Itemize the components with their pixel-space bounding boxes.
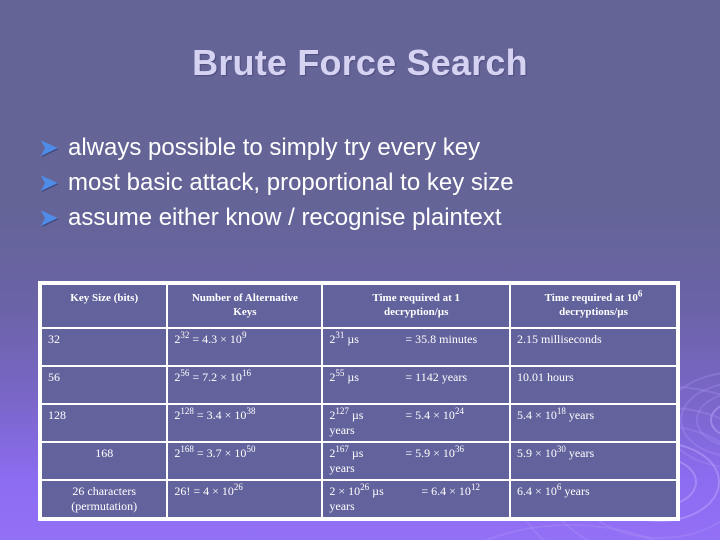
cell-time-1-decryption: 255 µs = 1142 years — [323, 367, 510, 403]
bullet-text: most basic attack, proportional to key s… — [68, 169, 514, 196]
bullet-text: assume either know / recognise plaintext — [68, 204, 502, 231]
cell-time-million-decryptions: 2.15 milliseconds — [511, 329, 676, 365]
cell-time-1-decryption: 2127 µs = 5.4 × 1024 years — [323, 405, 510, 441]
list-item: ➤ always possible to simply try every ke… — [38, 132, 678, 165]
slide: Brute Force Search ➤ always possible to … — [0, 0, 720, 540]
column-header-key-size: Key Size (bits) — [42, 285, 167, 327]
cell-alternative-keys: 26! = 4 × 1026 — [168, 481, 322, 517]
cell-alternative-keys: 256 = 7.2 × 1016 — [168, 367, 322, 403]
cell-key-size: 168 — [42, 443, 167, 479]
cell-time-million-decryptions: 10.01 hours — [511, 367, 676, 403]
table-row: 56 256 = 7.2 × 1016 255 µs = 1142 years … — [42, 367, 676, 403]
cell-time-1-decryption: 231 µs = 35.8 minutes — [323, 329, 510, 365]
cell-time-million-decryptions: 6.4 × 106 years — [511, 481, 676, 517]
arrow-bullet-icon: ➤ — [38, 203, 59, 232]
bullet-text: always possible to simply try every key — [68, 134, 481, 161]
cell-key-size: 128 — [42, 405, 167, 441]
cell-key-size: 56 — [42, 367, 167, 403]
arrow-bullet-icon: ➤ — [38, 168, 59, 197]
bullet-list: ➤ always possible to simply try every ke… — [38, 132, 678, 237]
cell-key-size: 32 — [42, 329, 167, 365]
cell-alternative-keys: 2128 = 3.4 × 1038 — [168, 405, 322, 441]
cell-time-million-decryptions: 5.4 × 1018 years — [511, 405, 676, 441]
cell-time-1-decryption: 2167 µs = 5.9 × 1036 years — [323, 443, 510, 479]
slide-title: Brute Force Search — [192, 42, 528, 83]
arrow-bullet-icon: ➤ — [38, 133, 59, 162]
column-header-time-1-decryption: Time required at 1 decryption/µs — [323, 285, 510, 327]
list-item: ➤ most basic attack, proportional to key… — [38, 167, 678, 200]
cell-time-1-decryption: 2 × 1026 µs = 6.4 × 1012 years — [323, 481, 510, 517]
list-item: ➤ assume either know / recognise plainte… — [38, 202, 678, 235]
column-header-time-million-decryptions: Time required at 106 decryptions/µs — [511, 285, 676, 327]
table-row: 128 2128 = 3.4 × 1038 2127 µs = 5.4 × 10… — [42, 405, 676, 441]
column-header-alternative-keys: Number of Alternative Keys — [168, 285, 322, 327]
cell-key-size: 26 characters (permutation) — [42, 481, 167, 517]
table-row: 168 2168 = 3.7 × 1050 2167 µs = 5.9 × 10… — [42, 443, 676, 479]
table-row: 32 232 = 4.3 × 109 231 µs = 35.8 minutes… — [42, 329, 676, 365]
table-header-row: Key Size (bits) Number of Alternative Ke… — [42, 285, 676, 327]
cell-time-million-decryptions: 5.9 × 1030 years — [511, 443, 676, 479]
key-size-comparison-table: Key Size (bits) Number of Alternative Ke… — [38, 281, 680, 521]
cell-alternative-keys: 232 = 4.3 × 109 — [168, 329, 322, 365]
table-row: 26 characters (permutation) 26! = 4 × 10… — [42, 481, 676, 517]
cell-alternative-keys: 2168 = 3.7 × 1050 — [168, 443, 322, 479]
